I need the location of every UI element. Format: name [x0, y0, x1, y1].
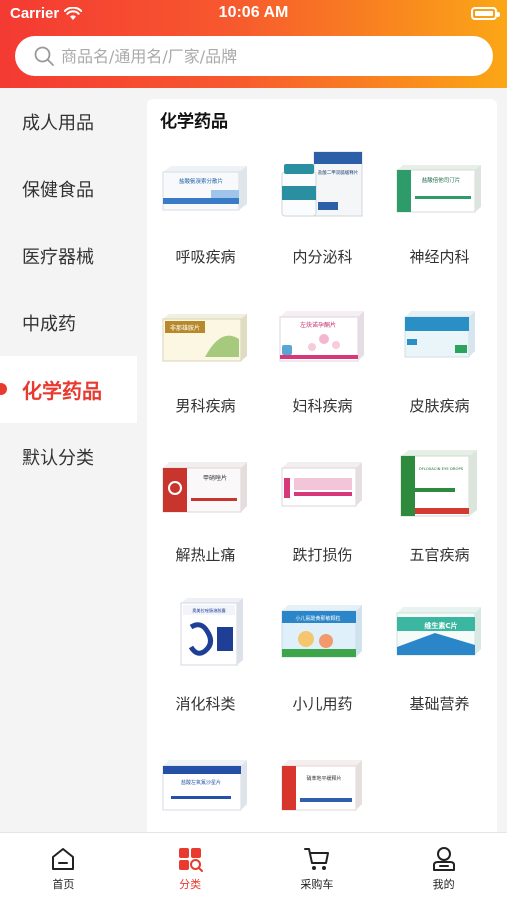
- section-title: 化学药品: [160, 112, 228, 132]
- box-text: 盐酸左氧氟沙星片: [181, 779, 221, 786]
- sidebar-item-default[interactable]: 默认分类: [0, 423, 137, 490]
- subcategory-gynecology[interactable]: 左炔诺孕酮片 妇科疾病: [264, 295, 381, 443]
- product-image: 盐酸倍他司汀片: [396, 165, 481, 213]
- subcategory-neurology[interactable]: 盐酸倍他司汀片 神经内科: [381, 146, 497, 294]
- battery-icon: [471, 7, 500, 20]
- sidebar-item-chinese-medicine[interactable]: 中成药: [0, 289, 137, 356]
- sidebar-item-label: 医疗器械: [22, 246, 94, 268]
- subcategory-pediatric[interactable]: 小儿氨酚黄那敏颗粒 小儿用药: [264, 593, 381, 741]
- product-image: 盐酸左氧氟沙星片: [162, 760, 247, 811]
- subcategory-trauma[interactable]: 跌打损伤: [264, 444, 381, 592]
- product-image: 硝苯地平缓释片: [281, 760, 362, 811]
- sidebar-item-label: 中成药: [22, 313, 76, 335]
- box-text: OFLOXACIN EYE DROPS: [419, 466, 464, 471]
- sidebar-item-label: 默认分类: [22, 447, 94, 469]
- tab-cart[interactable]: 采购车: [254, 833, 381, 900]
- subcategory-label: 跌打损伤: [292, 546, 353, 564]
- sidebar-item-label: 保健食品: [22, 179, 94, 201]
- subcategory-digestive[interactable]: 奥美拉唑肠溶胶囊 消化科类: [147, 593, 264, 741]
- product-image: 左炔诺孕酮片: [279, 311, 364, 362]
- subcategory-item-13[interactable]: 盐酸左氧氟沙星片: [147, 742, 264, 832]
- product-image: 盐酸二甲双胍缓释片: [281, 151, 363, 217]
- subcategory-antipyretic[interactable]: 甲硝唑片 解热止痛: [147, 444, 264, 592]
- box-text: 小儿氨酚黄那敏颗粒: [295, 615, 340, 622]
- subcategory-label: 男科疾病: [175, 397, 236, 415]
- subcategory-label: 小儿用药: [292, 695, 353, 713]
- box-text: 硝苯地平缓释片: [306, 775, 341, 782]
- tab-label: 分类: [179, 878, 202, 891]
- tab-label: 首页: [52, 878, 75, 891]
- subcategory-respiratory[interactable]: 盐酸氨溴索分散片 呼吸疾病: [147, 146, 264, 294]
- product-image: 奥美拉唑肠溶胶囊: [180, 598, 243, 666]
- header: Carrier 10:06 AM: [0, 0, 507, 88]
- box-text: 盐酸二甲双胍缓释片: [318, 169, 359, 176]
- product-image: 小儿氨酚黄那敏颗粒: [281, 605, 362, 658]
- status-time: 10:06 AM: [218, 4, 289, 21]
- subcategory-andrology[interactable]: 非那雄胺片 男科疾病: [147, 295, 264, 443]
- subcategory-label: 皮肤疾病: [409, 397, 470, 415]
- category-sidebar: 成人用品 保健食品 医疗器械 中成药 化学药品 默认分类: [0, 88, 137, 832]
- product-image: 盐酸氨溴索分散片: [162, 166, 247, 211]
- sidebar-item-health-food[interactable]: 保健食品: [0, 155, 137, 222]
- subcategory-label: 解热止痛: [175, 546, 236, 564]
- subcategory-dermatology[interactable]: 皮肤疾病: [381, 295, 497, 443]
- tab-label: 我的: [432, 878, 455, 891]
- subcategory-label: 消化科类: [175, 695, 236, 713]
- box-text: 非那雄胺片: [170, 324, 200, 332]
- category-content-panel: 化学药品 盐酸氨溴索分散片 呼吸疾病 盐酸二甲双胍缓释片 内分泌科 盐酸倍他司汀…: [147, 99, 497, 832]
- product-image: OFLOXACIN EYE DROPS: [400, 450, 477, 517]
- tab-profile[interactable]: 我的: [380, 833, 507, 900]
- product-image: 甲硝唑片: [162, 462, 247, 513]
- subcategory-item-14[interactable]: 硝苯地平缓释片: [264, 742, 381, 832]
- sidebar-item-adult[interactable]: 成人用品: [0, 88, 137, 155]
- tab-category[interactable]: 分类: [127, 833, 254, 900]
- subcategory-label: 呼吸疾病: [175, 248, 236, 266]
- tab-home[interactable]: 首页: [0, 833, 127, 900]
- subcategory-label: 内分泌科: [292, 248, 353, 266]
- search-input[interactable]: [61, 46, 461, 66]
- product-image: 维生素C片: [396, 607, 481, 656]
- profile-icon: [432, 847, 455, 871]
- product-image: 非那雄胺片: [162, 314, 247, 362]
- subcategory-label: 五官疾病: [409, 546, 470, 564]
- box-text: 奥美拉唑肠溶胶囊: [192, 607, 226, 614]
- product-image: [404, 311, 475, 358]
- search-icon: [34, 46, 54, 66]
- cart-icon: [303, 848, 329, 870]
- box-text: 盐酸氨溴索分散片: [179, 177, 223, 185]
- subcategory-endocrine[interactable]: 盐酸二甲双胍缓释片 内分泌科: [264, 146, 381, 294]
- sidebar-item-label: 化学药品: [22, 379, 102, 403]
- box-text: 左炔诺孕酮片: [300, 321, 336, 329]
- tab-label: 采购车: [300, 878, 334, 891]
- sidebar-item-medical-devices[interactable]: 医疗器械: [0, 222, 137, 289]
- home-icon: [52, 848, 75, 870]
- box-text: 盐酸倍他司汀片: [422, 176, 461, 184]
- box-text: 甲硝唑片: [203, 474, 227, 482]
- bottom-tab-bar: 首页 分类 采购车 我的: [0, 832, 507, 900]
- sidebar-item-label: 成人用品: [22, 112, 94, 134]
- subcategory-ent[interactable]: OFLOXACIN EYE DROPS 五官疾病: [381, 444, 497, 592]
- category-icon: [179, 848, 204, 872]
- status-bar: Carrier 10:06 AM: [0, 0, 507, 28]
- subcategory-label: 妇科疾病: [292, 397, 353, 415]
- subcategory-label: 神经内科: [409, 248, 470, 266]
- product-image: [281, 462, 362, 507]
- sidebar-item-chemical-drugs[interactable]: 化学药品: [0, 356, 137, 423]
- search-bar[interactable]: [15, 36, 493, 76]
- subcategory-label: 基础营养: [409, 695, 470, 713]
- box-text: 维生素C片: [424, 621, 457, 630]
- subcategory-nutrition[interactable]: 维生素C片 基础营养: [381, 593, 497, 741]
